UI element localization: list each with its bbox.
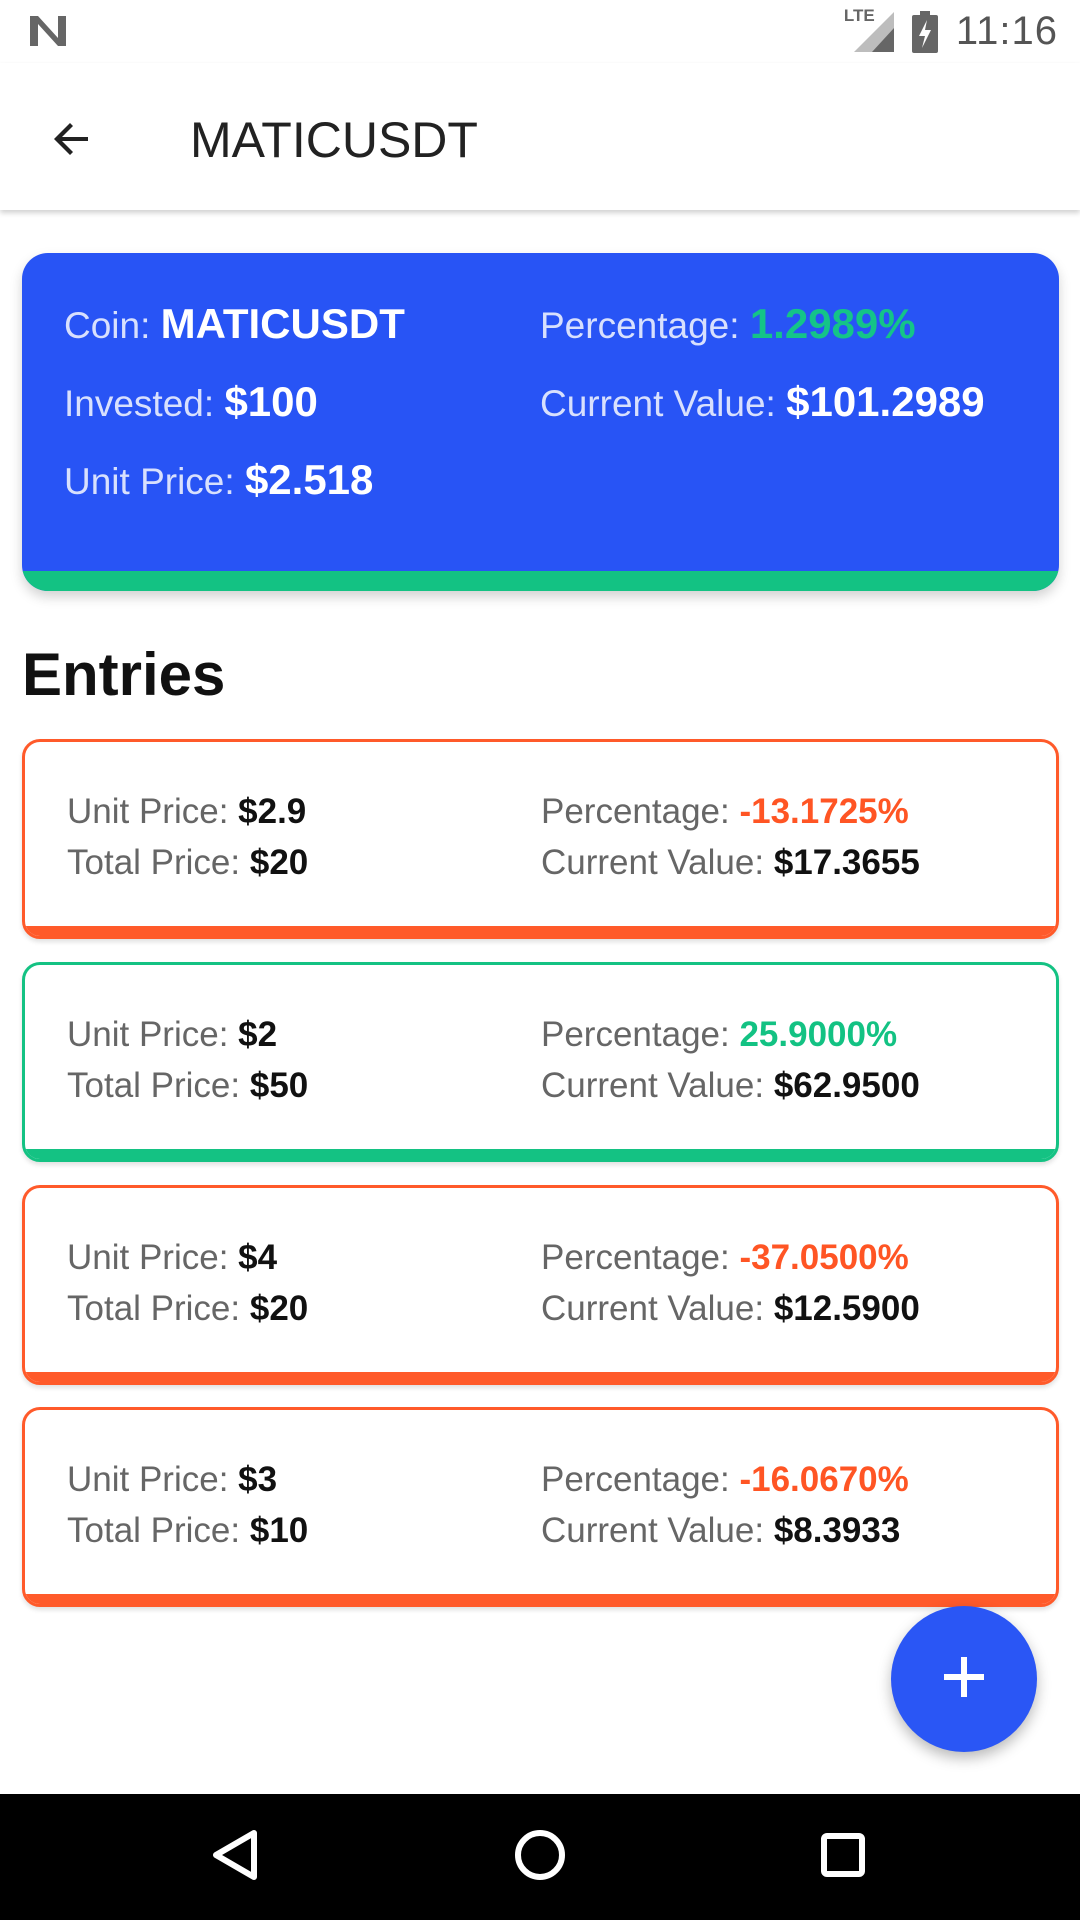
entry-unit-price: Unit Price: $4 [67, 1238, 277, 1278]
current-value-field: Current Value: $101.2989 [540, 378, 985, 426]
nav-home-icon [513, 1828, 567, 1887]
plus-icon [942, 1655, 986, 1704]
entry-percentage-label: Percentage: [541, 1460, 740, 1499]
current-value-label: Current Value: [540, 383, 787, 424]
entry-total-price: Total Price: $10 [67, 1511, 308, 1551]
entry-total-price: Total Price: $50 [67, 1066, 308, 1106]
entry-total-price-label: Total Price: [67, 1511, 250, 1550]
entry-status-bar [25, 926, 1056, 936]
coin-label: Coin: [64, 305, 161, 346]
entry-status-bar [25, 1372, 1056, 1382]
entry-current-value-value: $62.9500 [773, 1066, 920, 1105]
unit-price-value: $2.518 [244, 456, 374, 503]
entry-current-value-label: Current Value: [541, 1511, 774, 1550]
entry-total-price-label: Total Price: [67, 1289, 250, 1328]
entry-current-value: Current Value: $8.3933 [541, 1511, 900, 1551]
entry-total-price: Total Price: $20 [67, 843, 308, 883]
status-bar: LTE 11:16 [0, 0, 1080, 63]
summary-card: Coin: MATICUSDT Percentage: 1.2989% Inve… [22, 253, 1059, 591]
current-value-value: $101.2989 [786, 378, 985, 425]
status-icons: LTE 11:16 [844, 0, 1058, 63]
entry-unit-price-value: $3 [238, 1460, 278, 1499]
entry-total-price-value: $20 [249, 1289, 309, 1328]
entry-unit-price-label: Unit Price: [67, 792, 239, 831]
entry-unit-price-label: Unit Price: [67, 1015, 239, 1054]
unit-price-field: Unit Price: $2.518 [64, 456, 373, 504]
entry-total-price-label: Total Price: [67, 843, 250, 882]
entry-unit-price-value: $2.9 [238, 792, 307, 831]
entry-card[interactable]: Unit Price: $4 Total Price: $20 Percenta… [22, 1185, 1059, 1385]
entry-current-value-value: $8.3933 [773, 1511, 901, 1550]
entry-percentage: Percentage: -37.0500% [541, 1238, 909, 1278]
entry-total-price-value: $50 [249, 1066, 309, 1105]
n-logo-icon [28, 14, 68, 48]
entry-percentage: Percentage: 25.9000% [541, 1015, 897, 1055]
entry-unit-price: Unit Price: $3 [67, 1460, 277, 1500]
entry-unit-price-value: $4 [238, 1238, 278, 1277]
navigation-bar [0, 1794, 1080, 1920]
summary-status-strip [22, 571, 1059, 591]
entry-current-value: Current Value: $17.3655 [541, 843, 920, 883]
entry-unit-price: Unit Price: $2 [67, 1015, 277, 1055]
entry-unit-price: Unit Price: $2.9 [67, 792, 306, 832]
nav-back-icon [212, 1829, 258, 1886]
percentage-value: 1.2989% [749, 300, 916, 347]
entry-percentage-label: Percentage: [541, 792, 740, 831]
unit-price-label: Unit Price: [64, 461, 245, 502]
entry-current-value-label: Current Value: [541, 843, 774, 882]
entry-card[interactable]: Unit Price: $2.9 Total Price: $20 Percen… [22, 739, 1059, 939]
entry-percentage-value: -37.0500% [739, 1238, 909, 1277]
entry-unit-price-value: $2 [238, 1015, 278, 1054]
invested-value: $100 [224, 378, 318, 425]
screen: LTE 11:16 MATICUSDT Coin: MATICUSDT Perc… [0, 0, 1080, 1920]
entry-percentage-value: -16.0670% [739, 1460, 909, 1499]
coin-field: Coin: MATICUSDT [64, 300, 405, 348]
add-entry-button[interactable] [891, 1606, 1037, 1752]
nav-back-button[interactable] [200, 1822, 270, 1892]
entry-current-value-value: $12.5900 [773, 1289, 920, 1328]
entry-current-value: Current Value: $62.9500 [541, 1066, 920, 1106]
signal-icon: LTE [844, 6, 894, 52]
arrow-back-icon [48, 115, 96, 168]
entry-total-price: Total Price: $20 [67, 1289, 308, 1329]
invested-label: Invested: [64, 383, 225, 424]
entries-heading: Entries [22, 641, 226, 708]
entry-card[interactable]: Unit Price: $2 Total Price: $50 Percenta… [22, 962, 1059, 1162]
entry-percentage-value: -13.1725% [739, 792, 909, 831]
entry-percentage: Percentage: -13.1725% [541, 792, 909, 832]
entry-percentage-value: 25.9000% [739, 1015, 898, 1054]
entry-status-bar [25, 1594, 1056, 1604]
entry-unit-price-label: Unit Price: [67, 1460, 239, 1499]
entry-unit-price-label: Unit Price: [67, 1238, 239, 1277]
battery-charging-icon [911, 10, 938, 53]
app-bar: MATICUSDT [0, 63, 1080, 210]
entry-percentage-label: Percentage: [541, 1015, 740, 1054]
page-title: MATICUSDT [190, 112, 478, 168]
nav-recents-button[interactable] [808, 1822, 878, 1892]
entry-total-price-value: $10 [249, 1511, 309, 1550]
entry-current-value-label: Current Value: [541, 1289, 774, 1328]
entry-percentage-label: Percentage: [541, 1238, 740, 1277]
nav-home-button[interactable] [505, 1822, 575, 1892]
entry-current-value: Current Value: $12.5900 [541, 1289, 920, 1329]
entry-total-price-label: Total Price: [67, 1066, 250, 1105]
back-button[interactable] [34, 103, 110, 179]
coin-value: MATICUSDT [160, 300, 405, 347]
nav-recents-icon [820, 1832, 866, 1883]
entry-current-value-value: $17.3655 [773, 843, 920, 882]
status-time: 11:16 [955, 9, 1058, 53]
invested-field: Invested: $100 [64, 378, 318, 426]
percentage-label: Percentage: [540, 305, 750, 346]
entry-card[interactable]: Unit Price: $3 Total Price: $10 Percenta… [22, 1407, 1059, 1607]
entry-percentage: Percentage: -16.0670% [541, 1460, 909, 1500]
entry-status-bar [25, 1149, 1056, 1159]
entry-current-value-label: Current Value: [541, 1066, 774, 1105]
percentage-field: Percentage: 1.2989% [540, 300, 916, 348]
entry-total-price-value: $20 [249, 843, 309, 882]
